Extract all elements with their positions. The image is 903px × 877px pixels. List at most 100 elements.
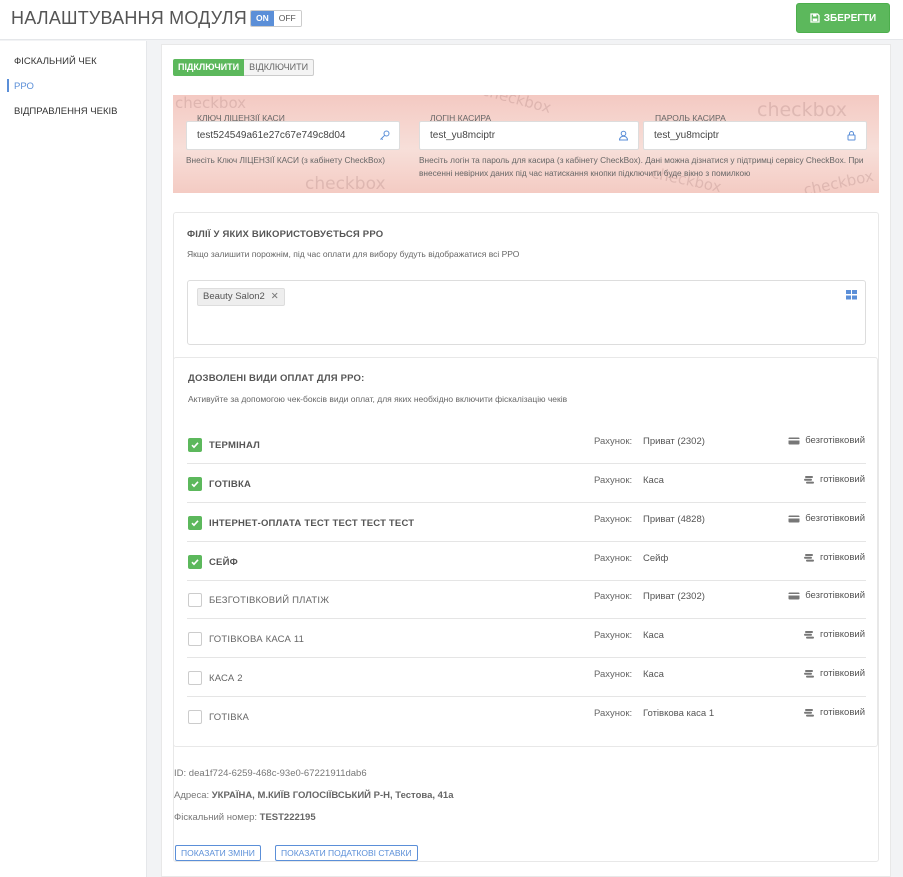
payment-name: ІНТЕРНЕТ-ОПЛАТА ТЕСТ ТЕСТ ТЕСТ ТЕСТ (209, 518, 415, 529)
payment-type: готівковий (803, 629, 865, 640)
login-field[interactable]: test_yu8mciptr (419, 121, 639, 150)
payment-name: ТЕРМІНАЛ (209, 440, 261, 451)
sidebar-item-sending-receipts[interactable]: ВІДПРАВЛЕННЯ ЧЕКІВ (14, 106, 117, 117)
sidebar: ФІСКАЛЬНИЙ ЧЕК РРО ВІДПРАВЛЕННЯ ЧЕКІВ (0, 41, 147, 877)
payment-type-label: готівковий (819, 707, 865, 718)
branches-title: ФІЛІЇ У ЯКИХ ВИКОРИСТОВУЄТЬСЯ РРО (187, 229, 384, 240)
connect-tab[interactable]: ПІДКЛЮЧИТИ (173, 59, 245, 76)
payment-checkbox[interactable] (188, 710, 202, 724)
payments-subtitle: Активуйте за допомогою чек-боксів види о… (188, 394, 568, 404)
connection-tabs: ПІДКЛЮЧИТИ ВІДКЛЮЧИТИ (173, 59, 315, 76)
payment-type-label: готівковий (819, 552, 865, 563)
payment-name: СЕЙФ (209, 557, 238, 568)
payment-checkbox[interactable] (188, 632, 202, 646)
save-button[interactable]: ЗБЕРЕГТИ (796, 3, 890, 33)
coins-icon (803, 553, 814, 562)
payment-row: ІНТЕРНЕТ-ОПЛАТА ТЕСТ ТЕСТ ТЕСТ ТЕСТ Рахун… (187, 503, 866, 542)
branches-subtitle: Якщо залишити порожнім, під час оплати д… (187, 249, 520, 259)
page-title: НАЛАШТУВАННЯ МОДУЛЯ (11, 8, 247, 28)
grid-icon[interactable] (846, 290, 857, 300)
remove-tag-icon[interactable]: ✕ (271, 289, 279, 305)
rro-address: Адреса: УКРАЇНА, М.КИЇВ ГОЛОСІЇВСЬКИЙ Р-… (174, 790, 454, 801)
login-value: test_yu8mciptr (430, 130, 496, 141)
checkbox-watermark: checkbox (757, 99, 847, 121)
check-icon (191, 520, 199, 527)
password-value: test_yu8mciptr (654, 130, 720, 141)
account-label: Рахунок: (594, 514, 633, 525)
account-value: Сейф (643, 553, 669, 564)
license-key-field[interactable]: test524549a61e27c67e749c8d04 (186, 121, 400, 150)
key-icon (380, 130, 390, 141)
show-changes-button[interactable]: ПОКАЗАТИ ЗМІНИ (175, 845, 261, 861)
top-bar: НАЛАШТУВАННЯ МОДУЛЯ ON OFF ЗБЕРЕГТИ (0, 0, 903, 40)
payment-row: БЕЗГОТІВКОВИЙ ПЛАТІЖ Рахунок: Приват (2302… (187, 580, 866, 619)
account-value: Готівкова каса 1 (643, 708, 715, 719)
sidebar-active-marker (7, 79, 9, 92)
payment-checkbox[interactable] (188, 671, 202, 685)
disconnect-tab[interactable]: ВІДКЛЮЧИТИ (244, 59, 315, 76)
user-icon (618, 130, 629, 141)
account-value: Приват (2302) (643, 591, 705, 602)
card-icon (788, 437, 800, 444)
account-label: Рахунок: (594, 475, 633, 486)
payment-checkbox[interactable] (188, 477, 202, 491)
account-label: Рахунок: (594, 436, 633, 447)
payment-type-label: безготівковий (805, 435, 865, 446)
account-label: Рахунок: (594, 553, 633, 564)
payment-type: готівковий (803, 668, 865, 679)
payment-row: ТЕРМІНАЛ Рахунок: Приват (2302) безготівков… (187, 425, 866, 464)
payment-type: готівковий (803, 474, 865, 485)
payment-name: ГОТІВКА (209, 712, 250, 723)
payment-checkbox[interactable] (188, 516, 202, 530)
rro-id-label: ID: (174, 768, 187, 779)
check-icon (191, 559, 199, 566)
payment-checkbox[interactable] (188, 438, 202, 452)
lock-icon (847, 131, 856, 141)
payment-type-label: безготівковий (805, 513, 865, 524)
save-button-label: ЗБЕРЕГТИ (823, 12, 877, 24)
show-tax-rates-button[interactable]: ПОКАЗАТИ ПОДАТКОВІ СТАВКИ (275, 845, 418, 861)
floppy-disk-icon (810, 13, 820, 23)
account-label: Рахунок: (594, 591, 633, 602)
payment-type-label: готівковий (819, 668, 865, 679)
payment-checkbox[interactable] (188, 593, 202, 607)
check-icon (191, 442, 199, 449)
account-value: Приват (4828) (643, 514, 705, 525)
rro-address-value: УКРАЇНА, М.КИЇВ ГОЛОСІЇВСЬКИЙ Р-Н, Тесто… (211, 790, 454, 801)
license-key-value: test524549a61e27c67e749c8d04 (197, 130, 346, 141)
rro-fiscal-number: Фіскальний номер: TEST222195 (174, 812, 316, 823)
rro-fiscal-value: TEST222195 (259, 812, 316, 823)
branch-tag: Beauty Salon2 ✕ (197, 288, 285, 306)
toggle-on[interactable]: ON (251, 11, 274, 26)
payment-row: ГОТІВКОВА КАСА 11 Рахунок: Каса готівковий (187, 619, 866, 658)
checkbox-watermark: checkbox (175, 95, 247, 112)
license-key-help: Внесіть Ключ ЛІЦЕНЗІЇ КАСИ (з кабінету C… (186, 155, 386, 165)
module-toggle[interactable]: ON OFF (250, 10, 302, 27)
payment-name: ГОТІВКОВА КАСА 11 (209, 634, 305, 645)
account-value: Каса (643, 630, 664, 641)
rro-id: ID: dea1f724-6259-468c-93e0-67221911dab6 (174, 768, 367, 779)
payment-type: готівковий (803, 707, 865, 718)
payment-type-label: готівковий (819, 474, 865, 485)
payment-row: СЕЙФ Рахунок: Сейф готівковий (187, 542, 866, 581)
account-label: Рахунок: (594, 708, 633, 719)
coins-icon (803, 708, 814, 717)
rro-address-label: Адреса: (174, 790, 210, 801)
rro-id-value: dea1f724-6259-468c-93e0-67221911dab6 (188, 768, 367, 779)
payment-row: КАСА 2 Рахунок: Каса готівковий (187, 658, 866, 697)
payment-type: безготівковий (788, 513, 865, 524)
password-field[interactable]: test_yu8mciptr (643, 121, 867, 150)
toggle-off[interactable]: OFF (273, 11, 301, 26)
sidebar-item-rro[interactable]: РРО (14, 81, 34, 92)
branches-select[interactable] (187, 280, 866, 345)
card-icon (788, 592, 800, 599)
checkbox-watermark: checkbox (305, 174, 386, 193)
card-icon (788, 515, 800, 522)
payment-checkbox[interactable] (188, 555, 202, 569)
sidebar-item-fiscal-receipt[interactable]: ФІСКАЛЬНИЙ ЧЕК (14, 56, 97, 67)
check-icon (191, 481, 199, 488)
payment-type: безготівковий (788, 435, 865, 446)
payments-title: ДОЗВОЛЕНІ ВИДИ ОПЛАТ ДЛЯ РРО: (188, 373, 365, 384)
coins-icon (803, 669, 814, 678)
coins-icon (803, 475, 814, 484)
